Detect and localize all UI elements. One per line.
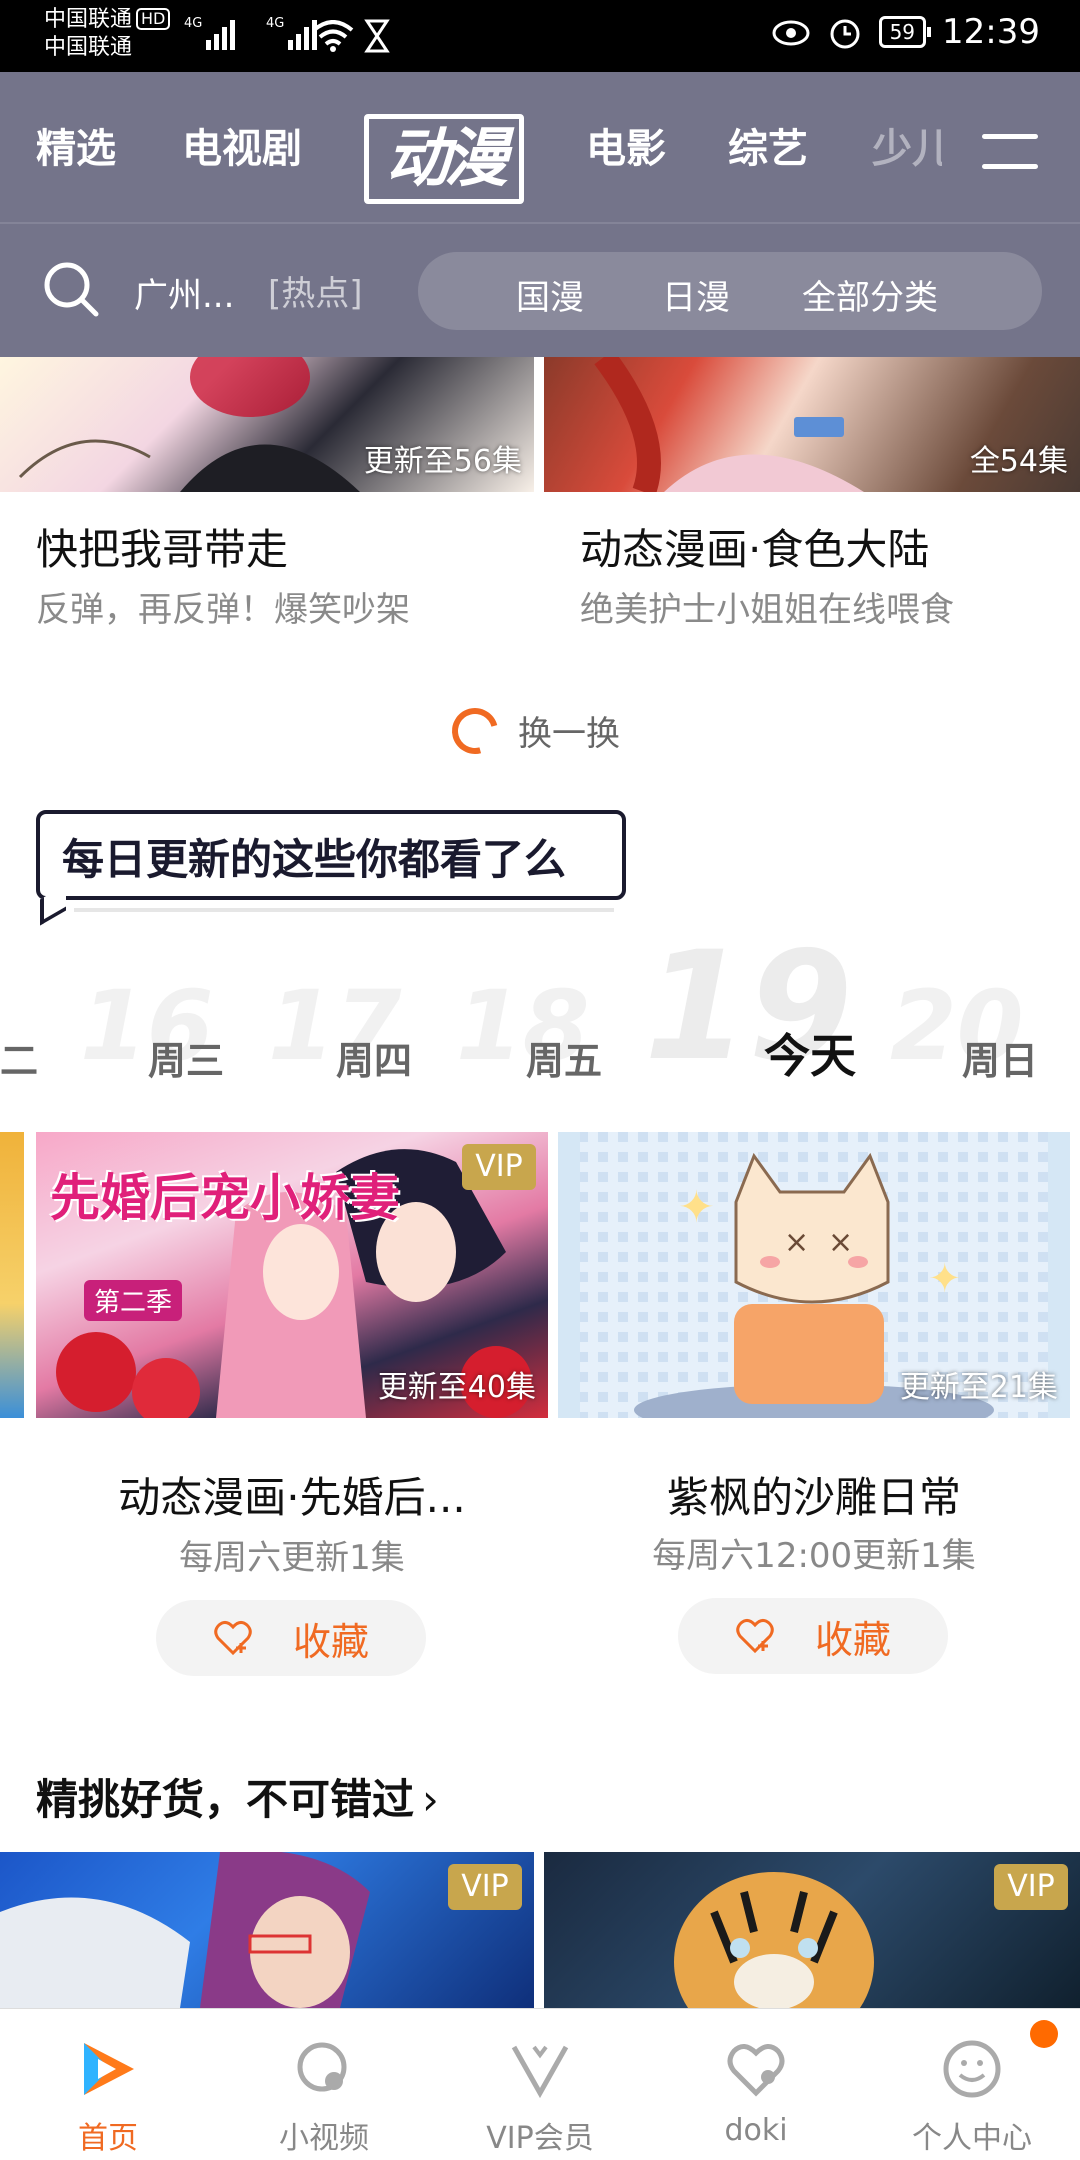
section-title: 精挑好货，不可错过 (36, 1775, 415, 1824)
refresh-button[interactable]: 换一换 (443, 699, 620, 762)
section-header-link[interactable]: 精挑好货，不可错过 › (36, 1766, 439, 1827)
card-subtitle: 每周六更新1集 (179, 1538, 405, 1578)
episode-badge: 更新至21集 (899, 1370, 1058, 1405)
header-divider (0, 222, 1080, 224)
card-subtitle: 绝美护士小姐姐在线喂食 (580, 590, 954, 630)
favorite-button[interactable]: 收藏 (678, 1598, 948, 1674)
bottom-nav: 首页 小视频 VIP会员 doki 个人中心 (0, 2008, 1080, 2160)
day-tab-today[interactable]: 今天 (764, 1020, 856, 1086)
short-video-icon (297, 2042, 347, 2092)
category-pill: 国漫 日漫 全部分类 (418, 252, 1042, 330)
tab-variety[interactable]: 综艺 (728, 116, 808, 174)
home-play-icon (84, 2043, 134, 2095)
status-right: 59 12:39 (771, 12, 1040, 52)
favorite-button[interactable]: 收藏 (156, 1600, 426, 1676)
hd-badge: HD (136, 8, 171, 30)
svg-text:×: × (828, 1225, 853, 1260)
carrier-2: 中国联通 (44, 35, 133, 60)
poster-season: 第二季 (84, 1280, 183, 1321)
channel-tabs: 精选 电视剧 动漫 电影 综艺 少儿 (0, 72, 1080, 222)
tab-movies[interactable]: 电影 (586, 116, 666, 174)
card-thumbnail[interactable]: 全54集 (544, 357, 1080, 492)
day-tab-friday[interactable]: 周五 (526, 1030, 602, 1085)
category-all[interactable]: 全部分类 (802, 270, 938, 319)
vip-badge: VIP (448, 1864, 522, 1910)
card-title[interactable]: 紫枫的沙雕日常 (558, 1464, 1070, 1525)
notification-dot (1030, 2020, 1058, 2048)
banner-title: 每日更新的这些你都看了么 (62, 835, 567, 884)
nav-label: doki (724, 2113, 788, 2148)
profile-face-icon (943, 2040, 1001, 2098)
svg-text:✦: ✦ (678, 1182, 715, 1233)
category-japanese-anime[interactable]: 日漫 (662, 270, 730, 319)
signal-icon-1: 4G (184, 14, 235, 50)
banner-underline (74, 908, 614, 912)
day-tab-thursday[interactable]: 周四 (336, 1030, 412, 1085)
search-hot-tag: [热点] (268, 274, 363, 314)
nav-label: VIP会员 (486, 2121, 594, 2156)
card-thumbnail[interactable]: × × ✦ ✦ 更新至21集 (558, 1132, 1070, 1418)
clock: 12:39 (942, 12, 1040, 52)
episode-badge: 全54集 (969, 444, 1068, 479)
poster-title: 先婚后宠小娇妻 (50, 1169, 400, 1227)
refresh-icon (443, 699, 507, 762)
heart-plus-icon (736, 1618, 774, 1654)
heart-plus-icon (214, 1620, 252, 1656)
app-root: 中国联通 HD 中国联通 4G 4G 59 12:39 精选 电视剧 动漫 电影… (0, 0, 1080, 2160)
favorite-label: 收藏 (292, 1619, 369, 1664)
nav-label: 首页 (78, 2121, 138, 2156)
episode-badge: 更新至40集 (377, 1370, 536, 1405)
menu-icon[interactable] (982, 132, 1038, 172)
nav-home[interactable]: 首页 (0, 2009, 216, 2160)
doki-heart-icon (727, 2044, 785, 2097)
tab-anime[interactable]: 动漫 (364, 114, 524, 204)
card-thumbnail[interactable]: 更新至56集 (0, 357, 534, 492)
daily-update-banner: 每日更新的这些你都看了么 (36, 810, 626, 900)
header: 精选 电视剧 动漫 电影 综艺 少儿 广州... [热点] 国漫 日漫 全部分类 (0, 72, 1080, 357)
favorite-label: 收藏 (814, 1617, 891, 1662)
signal-icon-2: 4G (266, 14, 317, 50)
nav-vip[interactable]: VIP会员 (432, 2009, 648, 2160)
day-tab-wednesday[interactable]: 周三 (148, 1030, 224, 1085)
nav-short-video[interactable]: 小视频 (216, 2009, 432, 2160)
card-subtitle: 每周六12:00更新1集 (652, 1536, 976, 1576)
status-bar: 中国联通 HD 中国联通 4G 4G 59 12:39 (0, 0, 1080, 72)
tab-kids[interactable]: 少儿 (872, 116, 942, 174)
vip-icon (511, 2045, 569, 2099)
card-title[interactable]: 动态漫画·先婚后... (36, 1464, 548, 1525)
svg-text:✦: ✦ (928, 1256, 962, 1302)
card-thumbnail-peek[interactable] (0, 1132, 24, 1418)
card-subtitle: 反弹，再反弹！爆笑吵架 (36, 590, 410, 630)
card-thumbnail[interactable]: 先婚后宠小娇妻 第二季 VIP 更新至40集 (36, 1132, 548, 1418)
refresh-label: 换一换 (518, 714, 620, 754)
eye-comfort-icon (772, 20, 810, 46)
tab-tv-series[interactable]: 电视剧 (182, 116, 302, 174)
wifi-icon (312, 20, 354, 52)
card-title[interactable]: 快把我哥带走 (36, 516, 288, 577)
vip-badge: VIP (462, 1144, 536, 1190)
svg-text:×: × (784, 1225, 809, 1260)
network-type-2: 4G (266, 16, 285, 31)
card-thumbnail[interactable]: VIP (544, 1852, 1080, 2008)
alarm-icon (830, 19, 860, 49)
vip-badge: VIP (994, 1864, 1068, 1910)
episode-badge: 更新至56集 (363, 444, 522, 479)
nav-label: 小视频 (279, 2121, 369, 2156)
day-tab-tuesday[interactable]: 二 (0, 1030, 38, 1085)
chevron-right-icon: › (422, 1775, 439, 1824)
battery-icon: 59 (878, 16, 932, 48)
card-thumbnail[interactable]: VIP (0, 1852, 534, 2008)
search-input[interactable]: 广州... (134, 268, 234, 317)
network-type-1: 4G (184, 16, 203, 31)
nav-doki[interactable]: doki (648, 2009, 864, 2160)
tab-featured[interactable]: 精选 (36, 116, 116, 174)
nav-label: 个人中心 (912, 2121, 1032, 2156)
category-chinese-anime[interactable]: 国漫 (516, 270, 584, 319)
card-title[interactable]: 动态漫画·食色大陆 (580, 516, 929, 577)
hourglass-icon (364, 19, 390, 53)
carrier-1: 中国联通 (44, 7, 133, 32)
search-icon[interactable] (42, 260, 100, 318)
carrier-info: 中国联通 HD 中国联通 (44, 6, 171, 62)
day-tab-sunday[interactable]: 周日 (962, 1030, 1038, 1085)
